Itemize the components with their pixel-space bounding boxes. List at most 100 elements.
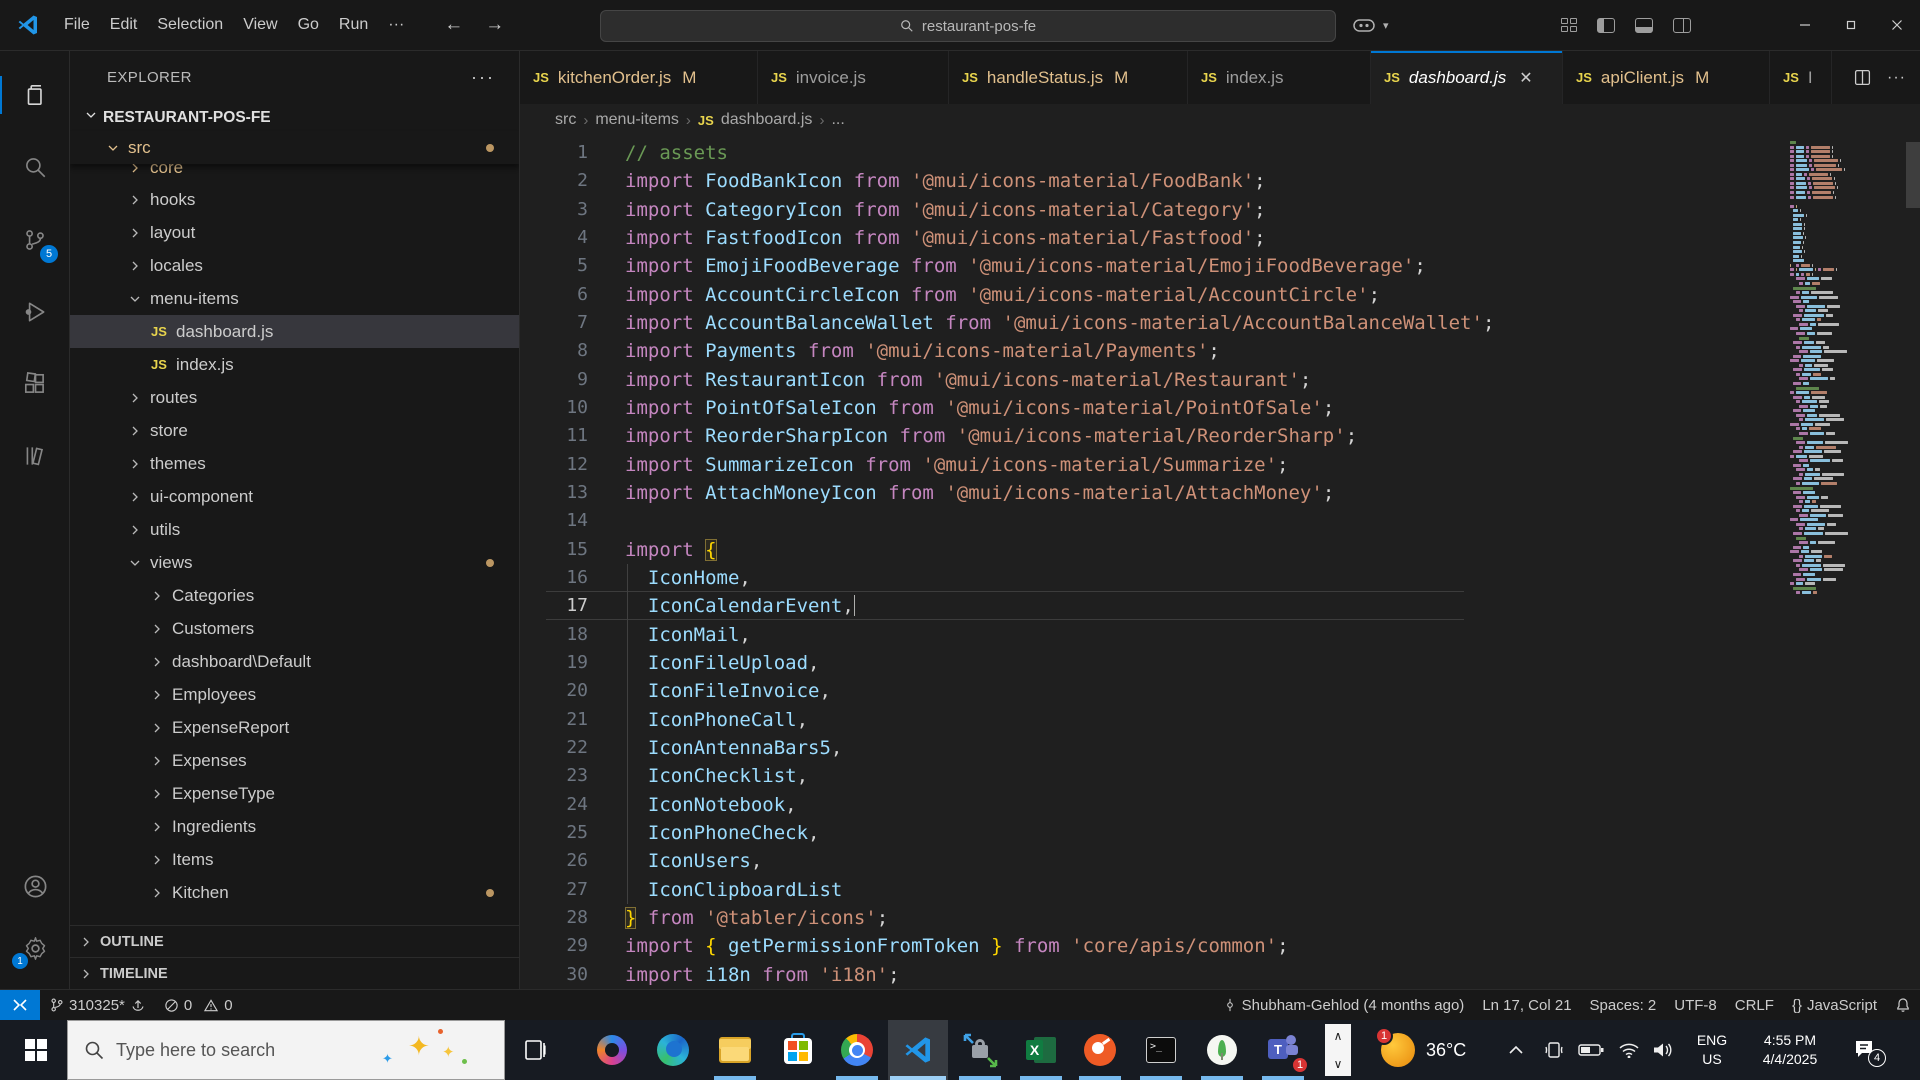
tree-folder-categories[interactable]: Categories — [70, 579, 519, 612]
clock[interactable]: 4:55 PM 4/4/2025 — [1745, 1020, 1835, 1080]
tree-folder-dashboard-default[interactable]: dashboard\Default — [70, 645, 519, 678]
tree-file-index-js[interactable]: JS index.js — [70, 348, 519, 381]
cast-device-icon[interactable] — [1543, 1020, 1565, 1080]
tab-dashboard-js[interactable]: JS dashboard.js ✕ — [1371, 51, 1563, 104]
tree-folder-views[interactable]: views — [70, 546, 519, 579]
tree-folder-store[interactable]: store — [70, 414, 519, 447]
toggle-panel-icon[interactable] — [1635, 17, 1653, 33]
forward-icon[interactable]: → — [485, 14, 504, 36]
outline-section[interactable]: OUTLINE — [70, 925, 519, 957]
explorer-more-icon[interactable]: ··· — [471, 67, 495, 88]
minimap[interactable] — [1790, 141, 1848, 596]
breadcrumb-item[interactable]: dashboard.js — [721, 111, 813, 129]
tree-folder-kitchen[interactable]: Kitchen — [70, 876, 519, 909]
taskbar-terminal-icon[interactable]: >_ — [1131, 1020, 1191, 1080]
tab-index-js[interactable]: JS index.js — [1188, 51, 1371, 104]
tab-more-actions-icon[interactable]: ··· — [1887, 69, 1906, 87]
wifi-icon[interactable] — [1618, 1020, 1640, 1080]
maximize-button[interactable] — [1828, 0, 1874, 50]
close-button[interactable] — [1874, 0, 1920, 50]
volume-icon[interactable] — [1652, 1020, 1674, 1080]
temperature-label[interactable]: 36°C — [1426, 1020, 1466, 1080]
timeline-section[interactable]: TIMELINE — [70, 957, 519, 989]
tree-folder-routes[interactable]: routes — [70, 381, 519, 414]
search-input[interactable]: restaurant-pos-fe — [600, 10, 1336, 42]
toggle-sidebar-icon[interactable] — [1597, 17, 1615, 33]
tree-folder-layout[interactable]: layout — [70, 216, 519, 249]
taskbar-teams-icon[interactable]: T1 — [1253, 1020, 1313, 1080]
tree-folder-themes[interactable]: themes — [70, 447, 519, 480]
activity-account-icon[interactable] — [0, 857, 70, 915]
taskbar-edge-icon[interactable] — [643, 1020, 703, 1080]
activity-library-icon[interactable] — [0, 427, 70, 485]
start-button[interactable] — [12, 1020, 60, 1080]
code-editor[interactable]: 1// assets 2 import FoodBankIcon from '@mu… — [520, 136, 1920, 989]
taskbar-file-explorer-icon[interactable] — [705, 1020, 765, 1080]
taskbar-excel-icon[interactable]: X — [1011, 1020, 1071, 1080]
tree-folder-core[interactable]: core — [70, 164, 519, 183]
tree-folder-customers[interactable]: Customers — [70, 612, 519, 645]
tab-kitchenorder-js[interactable]: JS kitchenOrder.js M — [520, 51, 758, 104]
problems-status[interactable]: 0 0 — [155, 990, 242, 1021]
copilot-button[interactable]: ▾ — [1353, 0, 1389, 50]
tree-folder-hooks[interactable]: hooks — [70, 183, 519, 216]
menu-file[interactable]: File — [54, 11, 100, 39]
taskbar-search-input[interactable]: Type here to search ✦ ✦ ✦ — [67, 1020, 505, 1080]
tree-folder-expensereport[interactable]: ExpenseReport — [70, 711, 519, 744]
indentation-status[interactable]: Spaces: 2 — [1581, 990, 1666, 1021]
menu-selection[interactable]: Selection — [147, 11, 233, 39]
tree-folder-employees[interactable]: Employees — [70, 678, 519, 711]
split-editor-icon[interactable] — [1854, 69, 1871, 86]
cursor-position-status[interactable]: Ln 17, Col 21 — [1473, 990, 1580, 1021]
close-tab-icon[interactable]: ✕ — [1519, 68, 1532, 88]
tree-folder-ingredients[interactable]: Ingredients — [70, 810, 519, 843]
taskbar-vscode-icon[interactable] — [888, 1020, 948, 1080]
taskbar-scroll-control[interactable]: ∧ ∨ — [1325, 1024, 1351, 1076]
activity-search-icon[interactable] — [0, 138, 70, 196]
activity-explorer-icon[interactable] — [0, 66, 70, 124]
notification-center[interactable]: 4 — [1852, 1020, 1886, 1080]
tray-expand-icon[interactable] — [1508, 1020, 1524, 1080]
battery-icon[interactable] — [1578, 1020, 1604, 1080]
activity-source-control-icon[interactable]: 5 — [0, 211, 70, 269]
taskbar-chrome-icon[interactable] — [827, 1020, 887, 1080]
back-icon[interactable]: ← — [444, 14, 463, 36]
activity-extensions-icon[interactable] — [0, 355, 70, 413]
menu-view[interactable]: View — [233, 11, 287, 39]
weather-widget[interactable]: 1 — [1368, 1020, 1428, 1080]
activity-run-debug-icon[interactable] — [0, 283, 70, 341]
language-indicator[interactable]: ENG US — [1690, 1020, 1734, 1080]
breadcrumb-item[interactable]: src — [555, 111, 576, 129]
git-blame-status[interactable]: Shubham-Gehlod (4 months ago) — [1214, 990, 1474, 1021]
minimize-button[interactable] — [1782, 0, 1828, 50]
remote-indicator[interactable] — [0, 989, 40, 1021]
project-root-row[interactable]: RESTAURANT-POS-FE — [70, 104, 519, 131]
taskbar-store-icon[interactable] — [768, 1020, 828, 1080]
tree-folder-items[interactable]: Items — [70, 843, 519, 876]
tab-invoice-js[interactable]: JS invoice.js — [758, 51, 949, 104]
taskbar-remote-lock-icon[interactable] — [950, 1020, 1010, 1080]
encoding-status[interactable]: UTF-8 — [1665, 990, 1726, 1021]
tree-folder-utils[interactable]: utils — [70, 513, 519, 546]
customize-layout-icon[interactable] — [1561, 18, 1577, 32]
menu-moremoremore[interactable]: ··· — [378, 11, 414, 39]
eol-status[interactable]: CRLF — [1726, 990, 1783, 1021]
tree-file-dashboard-js[interactable]: JS dashboard.js — [70, 315, 519, 348]
notifications-bell[interactable] — [1886, 990, 1920, 1021]
scrollbar-thumb[interactable] — [1906, 142, 1920, 208]
tab-i[interactable]: JS I — [1770, 51, 1832, 104]
breadcrumb-item[interactable]: menu-items — [595, 111, 679, 129]
toggle-secondary-sidebar-icon[interactable] — [1673, 17, 1691, 33]
tree-folder-src[interactable]: src — [70, 131, 519, 164]
tree-folder-expensetype[interactable]: ExpenseType — [70, 777, 519, 810]
menu-edit[interactable]: Edit — [100, 11, 148, 39]
menu-go[interactable]: Go — [288, 11, 329, 39]
tree-folder-menu-items[interactable]: menu-items — [70, 282, 519, 315]
language-mode-status[interactable]: {} JavaScript — [1783, 990, 1886, 1021]
tab-handlestatus-js[interactable]: JS handleStatus.js M — [949, 51, 1188, 104]
taskbar-postman-icon[interactable] — [1070, 1020, 1130, 1080]
activity-settings-icon[interactable]: 1 — [0, 919, 70, 977]
breadcrumb-item[interactable]: ... — [831, 111, 844, 129]
taskbar-copilot-icon[interactable] — [582, 1020, 642, 1080]
git-branch-status[interactable]: 310325* — [40, 990, 155, 1021]
